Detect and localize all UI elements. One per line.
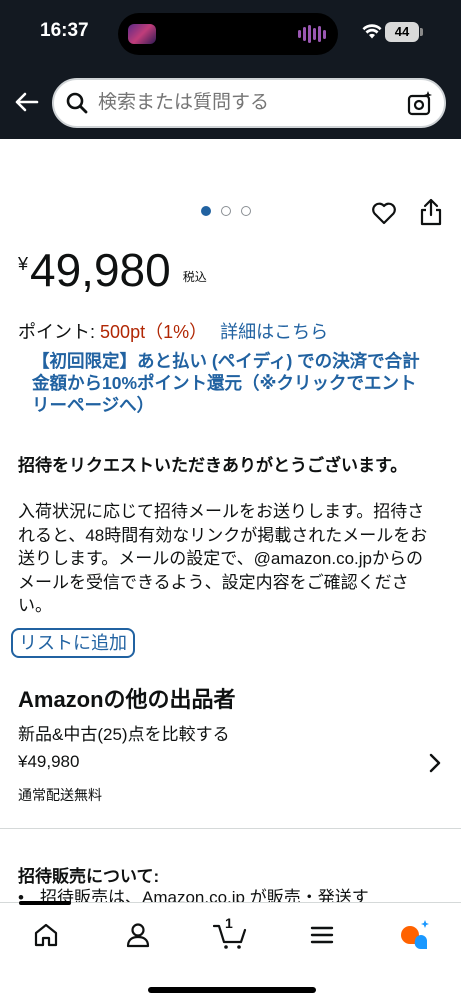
battery-cap: [420, 28, 423, 36]
wifi-icon: [362, 24, 382, 39]
back-button[interactable]: [10, 86, 42, 118]
carousel-dot[interactable]: [241, 206, 251, 216]
camera-icon[interactable]: [406, 90, 434, 118]
heart-icon[interactable]: [371, 200, 397, 226]
chevron-right-icon[interactable]: [426, 752, 444, 774]
share-icon[interactable]: [418, 198, 444, 226]
battery-level: 44: [385, 22, 419, 42]
carousel-dots: [201, 206, 251, 216]
tab-account[interactable]: [118, 917, 158, 953]
app-header: 16:37 44: [0, 0, 461, 139]
tab-home[interactable]: [26, 917, 66, 953]
cart-count-badge: 1: [225, 915, 233, 931]
paidy-promo-link[interactable]: 【初回限定】あと払い (ペイディ) での決済で合計金額から10%ポイント還元（※…: [32, 350, 432, 416]
compare-offers-link[interactable]: 新品&中古(25)点を比較する: [18, 720, 230, 745]
currency-symbol: ¥: [18, 254, 29, 274]
tax-label: 税込: [182, 270, 207, 284]
now-playing-artwork: [128, 24, 156, 44]
hamburger-menu-icon: [310, 926, 334, 944]
audio-wave-icon: [298, 25, 326, 43]
user-icon: [126, 923, 150, 948]
price-value: 49,980: [30, 244, 171, 296]
other-sellers-price: ¥49,980: [18, 752, 80, 771]
section-divider: [0, 828, 461, 829]
price-block: ¥ 49,980 税込: [18, 244, 207, 296]
search-icon: [66, 91, 90, 115]
other-sellers-title: Amazonの他の出品者: [18, 687, 236, 712]
invite-thanks-title: 招待をリクエストいただきありがとうございます。: [18, 456, 408, 475]
add-to-list-button[interactable]: リストに追加: [11, 628, 135, 658]
search-input[interactable]: [98, 92, 378, 114]
tab-rufus-ai[interactable]: [394, 917, 434, 953]
status-time: 16:37: [40, 20, 89, 41]
search-bar[interactable]: [52, 78, 446, 128]
carousel-dot[interactable]: [221, 206, 231, 216]
carousel-dot-active[interactable]: [201, 206, 211, 216]
points-row: ポイント: 500pt（1%） 詳細はこちら: [18, 318, 328, 344]
tab-cart[interactable]: 1: [210, 915, 250, 953]
dynamic-island: [118, 13, 338, 55]
points-details-link[interactable]: 詳細はこちら: [220, 322, 328, 342]
home-indicator: [148, 987, 316, 993]
active-tab-indicator: [19, 901, 71, 905]
points-label: ポイント:: [18, 322, 96, 342]
home-icon: [34, 923, 58, 947]
invite-message: 入荷状況に応じて招待メールをお送りします。招待されると、48時間有効なリンクが掲…: [18, 502, 428, 615]
points-value: 500pt（1%）: [100, 322, 208, 342]
shipping-info: 通常配送無料: [18, 787, 102, 803]
arrow-left-icon: [15, 92, 39, 112]
tab-menu[interactable]: [302, 917, 342, 953]
ai-assistant-icon: [401, 920, 429, 950]
bottom-tab-bar: 1: [0, 901, 461, 999]
